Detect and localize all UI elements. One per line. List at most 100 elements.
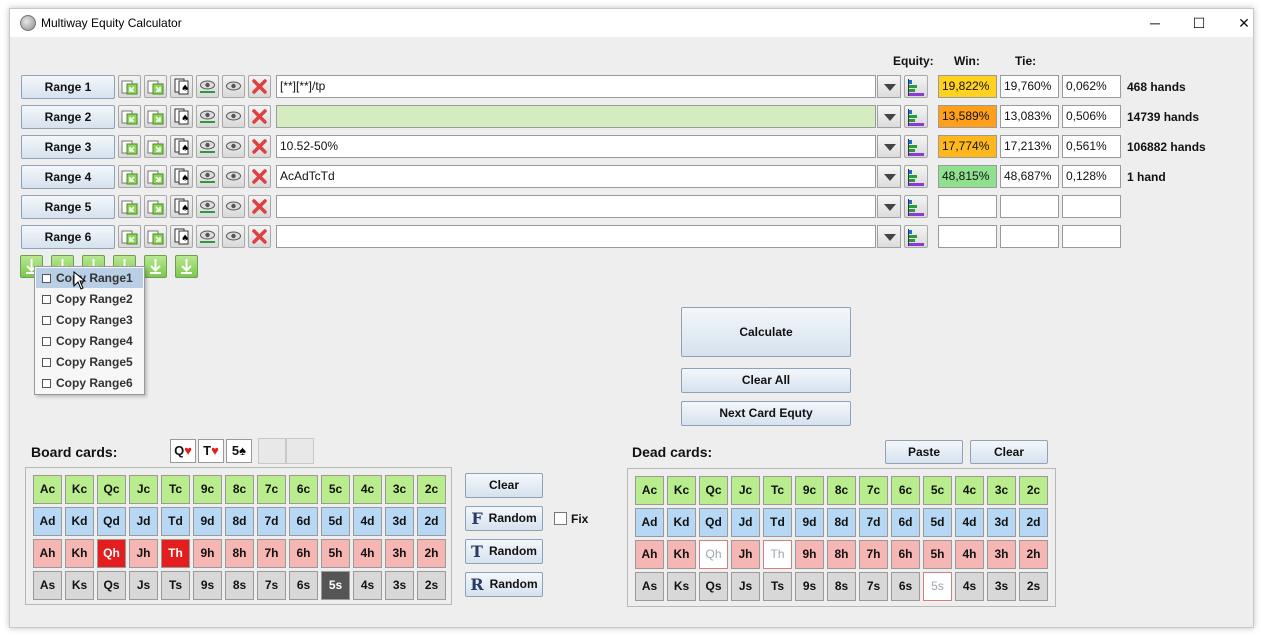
dead-card-5s[interactable]: 5s xyxy=(923,572,952,601)
board-selected-card-1[interactable]: Q♥ xyxy=(170,439,196,463)
menu-item-copy-range3[interactable]: Copy Range3 xyxy=(36,310,143,330)
range-5-dropdown-chevron-down-icon[interactable] xyxy=(877,195,901,218)
show-range-icon[interactable] xyxy=(196,135,219,158)
board-card-Ah[interactable]: Ah xyxy=(33,539,62,568)
export-icon[interactable] xyxy=(144,135,167,158)
import-icon[interactable] xyxy=(118,105,141,128)
range-6-input[interactable] xyxy=(276,225,876,248)
dead-card-Js[interactable]: Js xyxy=(731,572,760,601)
copy-range-5-arrow-down-icon[interactable] xyxy=(144,255,167,278)
dead-card-6s[interactable]: 6s xyxy=(891,572,920,601)
range-2-input[interactable] xyxy=(276,105,876,128)
clear-range-icon[interactable] xyxy=(248,165,271,188)
dead-paste-button[interactable]: Paste xyxy=(885,440,963,464)
dead-card-3c[interactable]: 3c xyxy=(987,476,1016,505)
board-card-4h[interactable]: 4h xyxy=(353,539,382,568)
board-selected-card-2[interactable]: T♥ xyxy=(198,439,224,463)
board-card-4c[interactable]: 4c xyxy=(353,475,382,504)
range-4-dropdown-chevron-down-icon[interactable] xyxy=(877,165,901,188)
dead-card-Tc[interactable]: Tc xyxy=(763,476,792,505)
hide-range-icon[interactable] xyxy=(222,135,245,158)
dead-card-Ac[interactable]: Ac xyxy=(635,476,664,505)
equity-chart-icon[interactable] xyxy=(904,135,928,158)
river-random-button[interactable]: R Random xyxy=(465,572,543,597)
dead-card-3d[interactable]: 3d xyxy=(987,508,1016,537)
board-card-3s[interactable]: 3s xyxy=(385,571,414,600)
board-card-Ad[interactable]: Ad xyxy=(33,507,62,536)
import-icon[interactable] xyxy=(118,225,141,248)
board-card-Js[interactable]: Js xyxy=(129,571,158,600)
equity-chart-icon[interactable] xyxy=(904,225,928,248)
board-card-8s[interactable]: 8s xyxy=(225,571,254,600)
dead-card-Ad[interactable]: Ad xyxy=(635,508,664,537)
import-icon[interactable] xyxy=(118,195,141,218)
menu-item-copy-range4[interactable]: Copy Range4 xyxy=(36,331,143,351)
dead-clear-button[interactable]: Clear xyxy=(970,440,1048,464)
board-card-6d[interactable]: 6d xyxy=(289,507,318,536)
board-card-Th[interactable]: Th xyxy=(161,539,190,568)
dead-card-7c[interactable]: 7c xyxy=(859,476,888,505)
dead-card-Qh[interactable]: Qh xyxy=(699,540,728,569)
board-card-9s[interactable]: 9s xyxy=(193,571,222,600)
hide-range-icon[interactable] xyxy=(222,105,245,128)
cards-icon[interactable]: ♠ xyxy=(170,165,193,188)
show-range-icon[interactable] xyxy=(196,105,219,128)
board-card-2c[interactable]: 2c xyxy=(417,475,446,504)
range-5-input[interactable] xyxy=(276,195,876,218)
show-range-icon[interactable] xyxy=(196,225,219,248)
board-card-Kc[interactable]: Kc xyxy=(65,475,94,504)
range-1-dropdown-chevron-down-icon[interactable] xyxy=(877,75,901,98)
board-card-7h[interactable]: 7h xyxy=(257,539,286,568)
board-card-Ks[interactable]: Ks xyxy=(65,571,94,600)
board-card-Qc[interactable]: Qc xyxy=(97,475,126,504)
dead-card-Jh[interactable]: Jh xyxy=(731,540,760,569)
board-card-8d[interactable]: 8d xyxy=(225,507,254,536)
show-range-icon[interactable] xyxy=(196,195,219,218)
dead-card-As[interactable]: As xyxy=(635,572,664,601)
cards-icon[interactable]: ♠ xyxy=(170,195,193,218)
show-range-icon[interactable] xyxy=(196,165,219,188)
clear-range-icon[interactable] xyxy=(248,105,271,128)
menu-item-copy-range2[interactable]: Copy Range2 xyxy=(36,289,143,309)
menu-item-copy-range1[interactable]: Copy Range1 xyxy=(36,268,143,288)
equity-chart-icon[interactable] xyxy=(904,165,928,188)
dead-card-Jc[interactable]: Jc xyxy=(731,476,760,505)
hide-range-icon[interactable] xyxy=(222,195,245,218)
dead-card-Ts[interactable]: Ts xyxy=(763,572,792,601)
dead-card-Kh[interactable]: Kh xyxy=(667,540,696,569)
board-card-2d[interactable]: 2d xyxy=(417,507,446,536)
menu-item-copy-range6[interactable]: Copy Range6 xyxy=(36,373,143,393)
dead-card-Ah[interactable]: Ah xyxy=(635,540,664,569)
dead-card-Td[interactable]: Td xyxy=(763,508,792,537)
dead-card-8d[interactable]: 8d xyxy=(827,508,856,537)
dead-card-9s[interactable]: 9s xyxy=(795,572,824,601)
export-icon[interactable] xyxy=(144,225,167,248)
board-card-Td[interactable]: Td xyxy=(161,507,190,536)
dead-card-Kc[interactable]: Kc xyxy=(667,476,696,505)
dead-card-Qd[interactable]: Qd xyxy=(699,508,728,537)
clear-range-icon[interactable] xyxy=(248,225,271,248)
clear-range-icon[interactable] xyxy=(248,195,271,218)
cards-icon[interactable]: ♠ xyxy=(170,75,193,98)
dead-card-Jd[interactable]: Jd xyxy=(731,508,760,537)
equity-chart-icon[interactable] xyxy=(904,75,928,98)
export-icon[interactable] xyxy=(144,195,167,218)
dead-card-7s[interactable]: 7s xyxy=(859,572,888,601)
board-card-6s[interactable]: 6s xyxy=(289,571,318,600)
board-card-3h[interactable]: 3h xyxy=(385,539,414,568)
board-card-5h[interactable]: 5h xyxy=(321,539,350,568)
export-icon[interactable] xyxy=(144,75,167,98)
board-selected-card-3[interactable]: 5♠ xyxy=(226,439,252,463)
board-empty-slot-4[interactable] xyxy=(258,438,286,464)
range-4-button[interactable]: Range 4 xyxy=(21,165,115,189)
close-button[interactable]: ✕ xyxy=(1221,9,1261,37)
range-2-dropdown-chevron-down-icon[interactable] xyxy=(877,105,901,128)
clear-range-icon[interactable] xyxy=(248,135,271,158)
import-icon[interactable] xyxy=(118,75,141,98)
dead-card-8h[interactable]: 8h xyxy=(827,540,856,569)
board-card-Kd[interactable]: Kd xyxy=(65,507,94,536)
board-card-Kh[interactable]: Kh xyxy=(65,539,94,568)
dead-card-2c[interactable]: 2c xyxy=(1019,476,1048,505)
next-card-equity-button[interactable]: Next Card Equty xyxy=(681,401,851,426)
dead-card-4d[interactable]: 4d xyxy=(955,508,984,537)
